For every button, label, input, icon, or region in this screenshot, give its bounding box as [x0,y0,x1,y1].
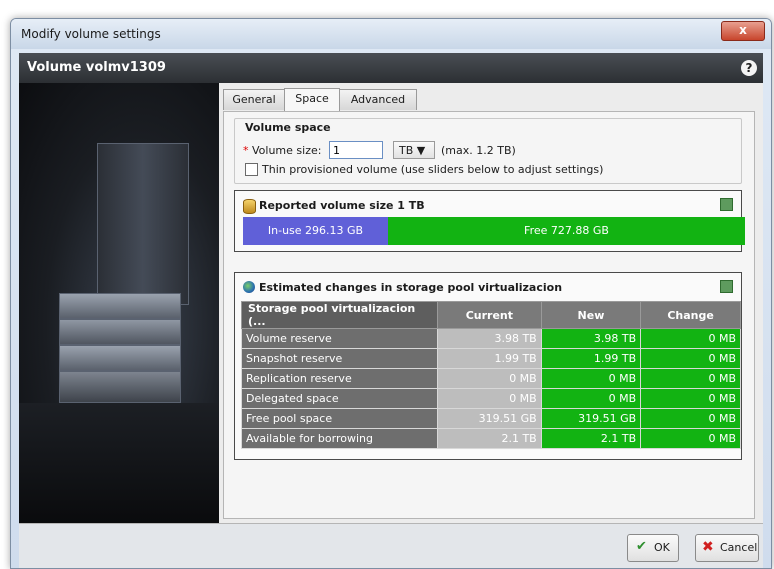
space-panel: Volume space * Volume size: TB ▼ (max. 1… [223,111,755,519]
usage-bar: In-use 296.13 GB Free 727.88 GB [243,217,745,245]
chevron-down-icon: ▼ [416,144,426,157]
cancel-button[interactable]: ✖ Cancel [695,534,759,562]
new-cell: 0 MB [540,388,642,409]
inuse-segment: In-use 296.13 GB [243,217,388,245]
database-icon [243,199,256,214]
column-header[interactable]: New [540,301,642,329]
free-segment: Free 727.88 GB [388,217,745,245]
table-row[interactable]: Free pool space 319.51 GB 319.51 GB 0 MB [240,408,741,429]
title-bar[interactable]: Modify volume settings x [11,19,771,49]
globe-icon [243,281,255,293]
storage-array-image [19,83,219,523]
dialog-footer: ✔ OK ✖ Cancel [19,523,763,568]
ok-label: OK [654,541,670,554]
window-title: Modify volume settings [21,27,161,41]
row-name: Volume reserve [240,328,439,349]
check-icon: ✔ [636,539,647,554]
table-row[interactable]: Delegated space 0 MB 0 MB 0 MB [240,388,741,409]
tab-advanced[interactable]: Advanced [339,89,417,110]
change-cell: 0 MB [640,428,741,449]
table-row[interactable]: Available for borrowing 2.1 TB 2.1 TB 0 MB [240,428,741,449]
column-header[interactable]: Current [437,301,542,329]
unit-value: TB [399,144,414,157]
new-cell: 319.51 GB [540,408,642,429]
new-cell: 3.98 TB [540,328,642,349]
cancel-icon: ✖ [702,539,714,555]
new-cell: 1.99 TB [540,348,642,369]
change-cell: 0 MB [640,408,741,429]
volume-size-input[interactable] [329,141,383,159]
pool-changes-table: Storage pool virtualizacion (... Current… [240,301,741,449]
ok-button[interactable]: ✔ OK [627,534,679,562]
current-cell: 3.98 TB [437,328,542,349]
help-icon[interactable]: ? [741,60,757,76]
content-area: General Space Advanced Volume space * Vo… [219,83,763,523]
row-name: Snapshot reserve [240,348,439,369]
change-cell: 0 MB [640,388,741,409]
volume-header: Volume volmv1309 ? [19,53,763,84]
column-header[interactable]: Change [640,301,741,329]
estimated-changes-title: Estimated changes in storage pool virtua… [259,281,563,294]
thin-provisioned-checkbox[interactable] [245,163,258,176]
table-row[interactable]: Replication reserve 0 MB 0 MB 0 MB [240,368,741,389]
volume-size-label: * Volume size: [243,144,322,157]
volume-space-group: Volume space * Volume size: TB ▼ (max. 1… [234,118,742,184]
current-cell: 1.99 TB [437,348,542,369]
tab-general[interactable]: General [223,89,285,110]
volume-title: Volume volmv1309 [27,60,166,75]
row-name: Available for borrowing [240,428,439,449]
unit-select[interactable]: TB ▼ [393,141,435,159]
estimated-changes-box: Estimated changes in storage pool virtua… [234,272,742,460]
row-name: Free pool space [240,408,439,429]
modify-volume-dialog: Modify volume settings x Volume volmv130… [10,18,772,569]
row-name: Delegated space [240,388,439,409]
export-icon[interactable] [720,280,733,293]
reported-size-title: Reported volume size 1 TB [259,199,425,212]
export-icon[interactable] [720,198,733,211]
tab-space[interactable]: Space [284,88,340,111]
max-size-text: (max. 1.2 TB) [441,144,516,157]
close-icon: x [739,23,747,37]
column-header[interactable]: Storage pool virtualizacion (... [240,301,439,329]
current-cell: 0 MB [437,368,542,389]
change-cell: 0 MB [640,328,741,349]
change-cell: 0 MB [640,368,741,389]
volume-space-legend: Volume space [245,121,331,134]
table-row[interactable]: Volume reserve 3.98 TB 3.98 TB 0 MB [240,328,741,349]
thin-provisioned-label: Thin provisioned volume (use sliders bel… [262,163,604,176]
new-cell: 2.1 TB [540,428,642,449]
row-name: Replication reserve [240,368,439,389]
current-cell: 0 MB [437,388,542,409]
current-cell: 2.1 TB [437,428,542,449]
table-row[interactable]: Snapshot reserve 1.99 TB 1.99 TB 0 MB [240,348,741,369]
change-cell: 0 MB [640,348,741,369]
current-cell: 319.51 GB [437,408,542,429]
cancel-label: Cancel [720,541,758,554]
new-cell: 0 MB [540,368,642,389]
reported-size-box: Reported volume size 1 TB In-use 296.13 … [234,190,745,252]
close-button[interactable]: x [721,21,765,41]
